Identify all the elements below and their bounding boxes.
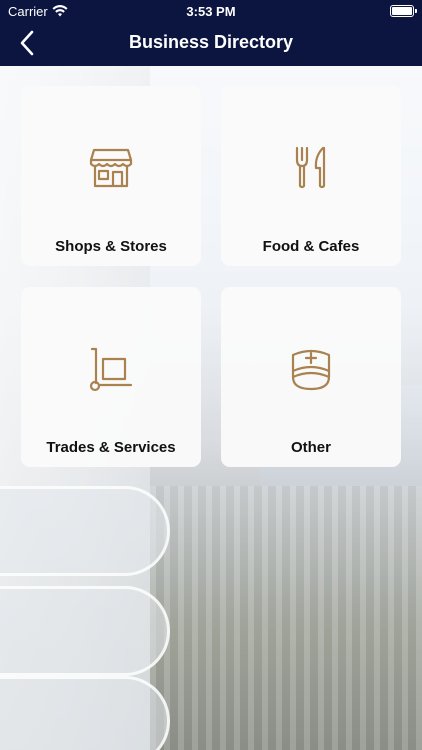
fork-knife-icon [295, 146, 326, 189]
nurse-cap-icon [291, 349, 331, 391]
top-bar: Carrier 3:53 PM Business Directory [0, 0, 422, 66]
category-tile-shops-stores[interactable]: Shops & Stores [21, 86, 201, 266]
category-tile-other[interactable]: Other [221, 287, 401, 467]
battery-icon [390, 5, 417, 17]
category-label: Trades & Services [46, 439, 176, 456]
category-label: Other [290, 439, 331, 456]
storefront-icon [89, 148, 133, 188]
category-tile-food-cafes[interactable]: Food & Cafes [221, 86, 401, 266]
category-grid: Shops & Stores Food & Cafes Trades & Ser… [21, 86, 402, 467]
hand-truck-icon [89, 347, 133, 392]
status-time: 3:53 PM [186, 4, 236, 19]
page-title: Business Directory [128, 32, 294, 52]
category-label: Food & Cafes [262, 238, 360, 255]
status-bar: Carrier 3:53 PM [0, 0, 422, 22]
category-tile-trades-services[interactable]: Trades & Services [21, 287, 201, 467]
category-label: Shops & Stores [55, 238, 167, 255]
